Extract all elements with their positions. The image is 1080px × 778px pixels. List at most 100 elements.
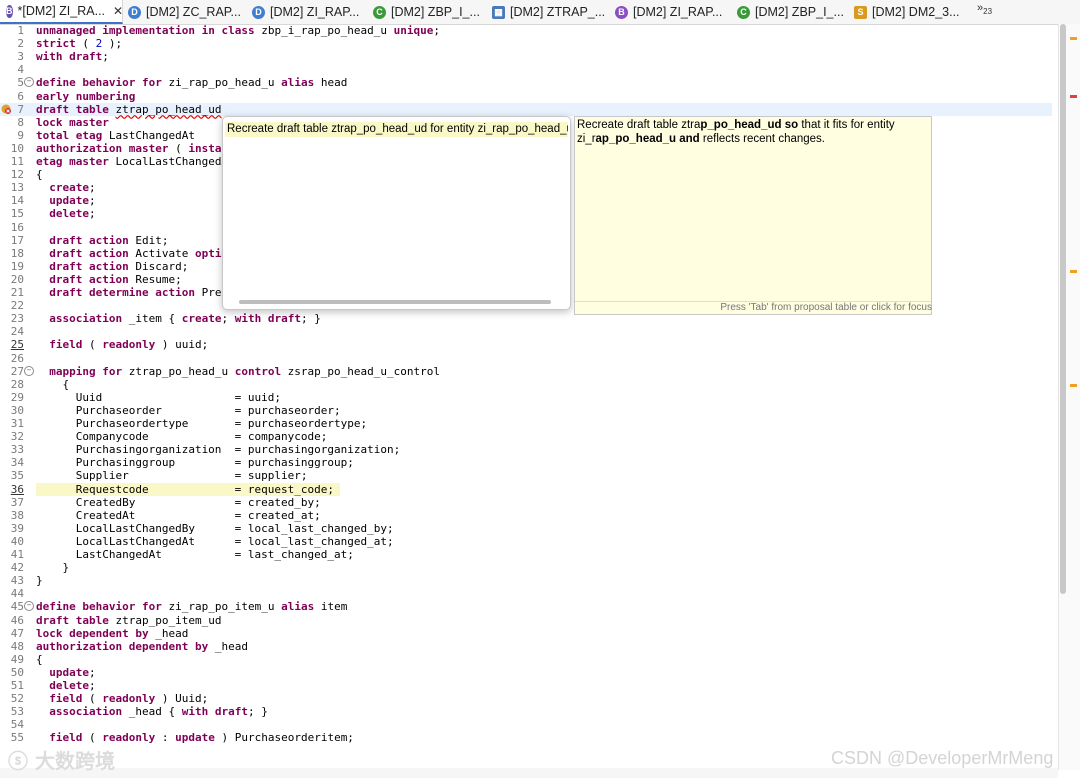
code-line[interactable]: 43} (0, 574, 1052, 587)
code-line[interactable]: 1 unmanaged implementation in class zbp_i… (0, 24, 1052, 37)
description-fragment: Recreate draft table ztra (577, 119, 701, 131)
line-number: 44 (10, 587, 24, 601)
code-text: LocalLastChangedBy = local_last_changed_… (36, 521, 394, 535)
code-text: Purchaseorder = purchaseorder; (36, 403, 341, 417)
line-number: 42 (10, 561, 24, 575)
editor-tab[interactable]: B *[DM2] ZI_RA... ✕ (0, 0, 123, 24)
overview-marker[interactable] (1070, 270, 1077, 273)
code-text: field ( readonly ) Uuid; (49, 692, 209, 706)
overview-marker[interactable] (1070, 37, 1077, 40)
table-icon: ▦ (492, 5, 505, 19)
code-line[interactable]: 50 update; (0, 666, 1052, 679)
fold-toggle-icon[interactable]: − (24, 77, 34, 88)
code-line[interactable]: 6 early numbering (0, 90, 1052, 103)
code-line[interactable]: 52 field ( readonly ) Uuid; (0, 692, 1052, 705)
horizontal-scrollbar[interactable] (0, 768, 1058, 778)
editor-tab[interactable]: ▦ [DM2] ZTRAP_... (486, 0, 609, 24)
line-number: 12 (10, 168, 24, 182)
code-line[interactable]: 39 LocalLastChangedBy = local_last_chang… (0, 522, 1052, 535)
editor-tab[interactable]: C [DM2] ZBP_I_... (731, 0, 848, 24)
code-text: delete; (49, 679, 96, 692)
code-line[interactable]: 36 Requestcode = request_code; (0, 482, 1052, 496)
code-line[interactable]: 40 LocalLastChangedAt = local_last_chang… (0, 535, 1052, 548)
code-text: CreatedBy = created_by; (36, 495, 321, 509)
watermark-left: ⓢ 大数跨境 (8, 745, 115, 774)
code-line[interactable]: 2 strict ( 2 ); (0, 37, 1052, 50)
code-line[interactable]: 35 Supplier = supplier; (0, 469, 1052, 482)
editor-tab[interactable]: S [DM2] DM2_3... (848, 0, 970, 24)
watermark-right: CSDN @DeveloperMrMeng (831, 748, 1054, 768)
code-line[interactable]: 3 with draft; (0, 50, 1052, 63)
code-line[interactable]: 24 (0, 325, 1052, 338)
code-line[interactable]: 26 (0, 352, 1052, 365)
proposal-horizontal-scrollbar[interactable] (239, 300, 551, 304)
code-line[interactable]: 54 (0, 718, 1052, 731)
line-number: 11 (10, 155, 24, 168)
code-line[interactable]: 45− define behavior for zi_rap_po_item_u … (0, 600, 1052, 613)
code-line[interactable]: 33 Purchasingorganization = purchasingor… (0, 443, 1052, 456)
quick-fix-error-icon[interactable] (1, 104, 11, 114)
code-line[interactable]: 53 association _head { with draft; } (0, 705, 1052, 718)
editor-tab-label: [DM2] ZBP_I_... (391, 5, 480, 19)
code-line[interactable]: 25 field ( readonly ) uuid; (0, 338, 1052, 351)
line-number: 6 (17, 89, 24, 103)
editor-tab[interactable]: B [DM2] ZI_RAP... (609, 0, 731, 24)
code-text: { (36, 168, 43, 182)
code-line[interactable]: 31 Purchaseordertype = purchaseordertype… (0, 417, 1052, 430)
watermark-logo-icon: ⓢ (8, 749, 28, 773)
quick-fix-description-panel[interactable]: Recreate draft table ztrap_po_head_ud so… (574, 116, 932, 315)
overflow-count: 23 (983, 7, 993, 17)
editor-tab-label: [DM2] DM2_3... (872, 5, 960, 19)
code-text: association _head { with draft; } (49, 705, 268, 719)
code-line[interactable]: 47 lock dependent by _head (0, 627, 1052, 640)
code-line[interactable]: 28 { (0, 378, 1052, 391)
quick-fix-proposal-item[interactable]: Recreate draft table ztrap_po_head_ud fo… (225, 122, 568, 137)
code-line[interactable]: 4 (0, 63, 1052, 76)
vertical-scroll-thumb[interactable] (1060, 24, 1066, 594)
code-line[interactable]: 55 field ( readonly : update ) Purchaseo… (0, 731, 1052, 744)
code-line[interactable]: 42 } (0, 561, 1052, 574)
code-line[interactable]: 48 authorization dependent by _head (0, 640, 1052, 653)
line-number: 1 (17, 24, 24, 37)
code-line[interactable]: 29 Uuid = uuid; (0, 391, 1052, 404)
code-line[interactable]: 7 draft table ztrap_po_head_ud (0, 102, 1052, 116)
line-number: 55 (10, 731, 24, 745)
editor-tab-label: [DM2] ZBP_I_... (755, 5, 844, 19)
code-line[interactable]: 49 { (0, 653, 1052, 666)
code-line[interactable]: 34 Purchasinggroup = purchasinggroup; (0, 456, 1052, 469)
code-line[interactable]: 32 Companycode = companycode; (0, 430, 1052, 443)
code-text: total etag LastChangedAt (36, 128, 195, 142)
line-number: 19 (10, 259, 24, 273)
quick-fix-description: Recreate draft table ztrap_po_head_ud so… (577, 118, 927, 146)
editor-tab[interactable]: D [DM2] ZI_RAP... (246, 0, 367, 24)
line-number: 22 (10, 299, 24, 313)
line-number: 9 (17, 128, 24, 142)
line-number: 15 (10, 207, 24, 221)
class-icon: C (737, 5, 750, 19)
code-line[interactable]: 46 draft table ztrap_po_item_ud (0, 614, 1052, 627)
code-line[interactable]: 27− mapping for ztrap_po_head_u control … (0, 365, 1052, 378)
quick-fix-proposal-list[interactable]: Recreate draft table ztrap_po_head_ud fo… (222, 116, 571, 310)
overview-marker[interactable] (1070, 384, 1077, 387)
code-text: Uuid = uuid; (36, 390, 282, 404)
code-line[interactable]: 44 (0, 587, 1052, 600)
overview-marker[interactable] (1070, 95, 1077, 98)
editor-tab[interactable]: C [DM2] ZBP_I_... (367, 0, 486, 24)
code-line[interactable]: 38 CreatedAt = created_at; (0, 509, 1052, 522)
focus-hint: Press 'Tab' from proposal table or click… (575, 301, 932, 314)
tab-overflow-button[interactable]: »23 (977, 2, 992, 16)
code-text: { (36, 377, 70, 391)
fold-toggle-icon[interactable]: − (24, 365, 34, 376)
code-line[interactable]: 41 LastChangedAt = last_changed_at; (0, 548, 1052, 561)
class-icon: C (373, 5, 386, 19)
code-line[interactable]: 30 Purchaseorder = purchaseorder; (0, 404, 1052, 417)
fold-toggle-icon[interactable]: − (24, 601, 34, 612)
line-number: 37 (10, 495, 24, 509)
code-line[interactable]: 5− define behavior for zi_rap_po_head_u a… (0, 76, 1052, 89)
editor-tab[interactable]: D [DM2] ZC_RAP... (122, 0, 246, 24)
code-line[interactable]: 37 CreatedBy = created_by; (0, 496, 1052, 509)
line-number: 31 (10, 417, 24, 430)
code-text: mapping for ztrap_po_head_u control zsra… (49, 364, 441, 378)
code-text: etag master LocalLastChangedAt (36, 155, 235, 168)
code-line[interactable]: 51 delete; (0, 679, 1052, 692)
